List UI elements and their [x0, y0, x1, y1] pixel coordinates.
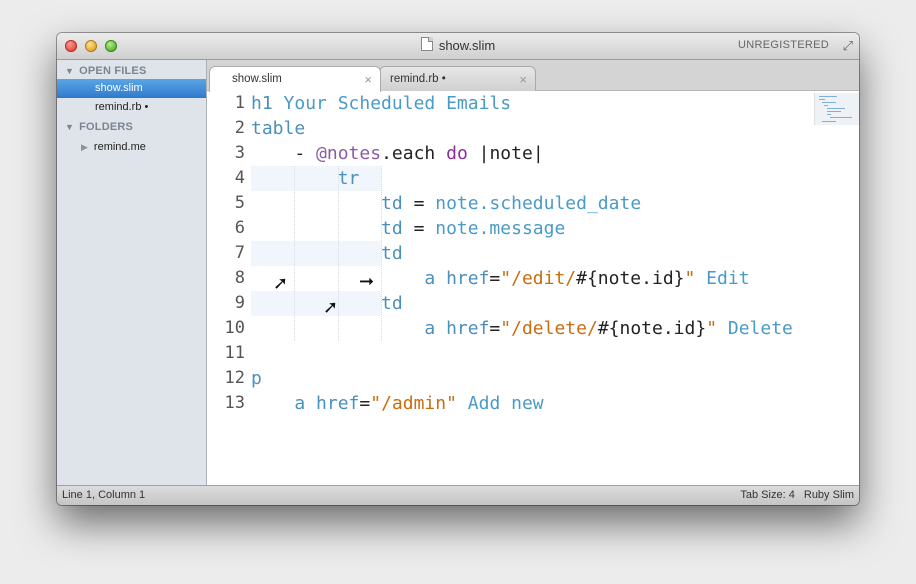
- line-number: 12: [224, 368, 245, 388]
- code-token: "/edit/: [500, 268, 577, 289]
- code-token: Add new: [456, 393, 544, 414]
- line-number: 13: [224, 393, 245, 413]
- line-number: 3: [234, 143, 245, 163]
- status-bar: Line 1, Column 1 Tab Size: 4 Ruby Slim: [57, 485, 859, 505]
- indent-arrow-icon: ➚: [323, 297, 339, 318]
- syntax-selector[interactable]: Ruby Slim: [804, 489, 854, 501]
- line-number: 9: [234, 293, 245, 313]
- code-line[interactable]: - @notes.each do |note|: [251, 141, 544, 166]
- tab-show-slim[interactable]: show.slim ×: [209, 66, 381, 92]
- line-number: 4: [234, 168, 245, 188]
- code-line[interactable]: h1 Your Scheduled Emails: [251, 91, 511, 116]
- line-number: 5: [234, 193, 245, 213]
- title-bar: show.slim UNREGISTERED ⤢: [57, 33, 859, 60]
- code-token: -: [294, 143, 317, 164]
- code-token: |note|: [467, 143, 544, 164]
- code-token: table: [251, 118, 306, 139]
- sidebar: ▼ OPEN FILES show.slim remind.rb • ▼ FOLDE…: [57, 60, 207, 485]
- code-token: =: [402, 218, 436, 239]
- status-right: Tab Size: 4 Ruby Slim: [734, 489, 854, 501]
- code-line[interactable]: td: [251, 241, 403, 266]
- code-token: Delete: [717, 318, 793, 339]
- folders-header[interactable]: ▼ FOLDERS: [65, 121, 133, 133]
- minimap[interactable]: [814, 93, 859, 125]
- code-token: td: [381, 193, 403, 214]
- disclosure-triangle-icon: ▼: [65, 122, 75, 132]
- code-line[interactable]: td = note.scheduled_date: [251, 191, 641, 216]
- code-token: Edit: [695, 268, 750, 289]
- line-number: 7: [234, 243, 245, 263]
- code-token: =: [489, 318, 501, 339]
- fullscreen-arrows-icon[interactable]: ⤢: [843, 38, 853, 54]
- unregistered-badge: UNREGISTERED: [738, 39, 829, 51]
- code-token: do: [446, 143, 468, 164]
- code-token: a href: [424, 318, 490, 339]
- tab-bar: show.slim × remind.rb • ×: [207, 60, 859, 92]
- code-token: =: [402, 193, 436, 214]
- code-token: note.message: [435, 218, 566, 239]
- line-number: 11: [224, 343, 245, 363]
- open-file-remind-rb[interactable]: remind.rb •: [57, 98, 206, 117]
- collapsed-triangle-icon: ▶: [81, 142, 88, 152]
- code-token: tr: [337, 168, 360, 189]
- cursor-position[interactable]: Line 1, Column 1: [62, 489, 145, 501]
- tab-remind-rb[interactable]: remind.rb • ×: [379, 66, 536, 91]
- code-line[interactable]: a href="/delete/#{note.id}" Delete: [251, 316, 793, 341]
- code-token: =: [359, 393, 371, 414]
- code-line[interactable]: table: [251, 116, 305, 141]
- code-token: note.scheduled_date: [435, 193, 642, 214]
- window-title: show.slim: [438, 38, 496, 53]
- code-token: ": [706, 318, 718, 339]
- code-token: @notes: [316, 143, 382, 164]
- line-number-gutter: 1 2 3 4 5 6 7 8 9 10 11 12 13: [207, 91, 245, 485]
- tab-size-selector[interactable]: Tab Size: 4: [740, 489, 794, 501]
- code-token: h1: [251, 93, 273, 114]
- open-file-show-slim[interactable]: show.slim: [57, 79, 206, 98]
- code-line[interactable]: a href="/admin" Add new: [251, 391, 544, 416]
- close-tab-icon[interactable]: ×: [364, 72, 372, 87]
- line-number: 1: [234, 93, 245, 113]
- line-number: 2: [234, 118, 245, 138]
- code-line[interactable]: td = note.message: [251, 216, 565, 241]
- code-token: ": [684, 268, 696, 289]
- code-editor[interactable]: 1 2 3 4 5 6 7 8 9 10 11 12 13 h1 Your Scheduled Emai…: [207, 91, 859, 485]
- code-token: td: [381, 293, 403, 314]
- code-token: #{note.id}: [576, 268, 685, 289]
- code-token: td: [381, 218, 403, 239]
- code-token: #{note.id}: [597, 318, 707, 339]
- line-number: 8: [234, 268, 245, 288]
- folder-remind-me[interactable]: ▶ remind.me: [81, 141, 146, 153]
- code-token: .each: [381, 143, 447, 164]
- code-line[interactable]: a href="/edit/#{note.id}" Edit: [251, 266, 750, 291]
- line-number: 10: [224, 318, 245, 338]
- close-tab-icon[interactable]: ×: [519, 72, 527, 87]
- code-line[interactable]: p: [251, 366, 262, 391]
- line-number: 6: [234, 218, 245, 238]
- code-token: a href: [294, 393, 360, 414]
- code-token: "/delete/: [500, 318, 598, 339]
- code-token: a href: [424, 268, 490, 289]
- code-token: p: [251, 368, 262, 389]
- indent-arrow-icon: ➚: [273, 273, 289, 294]
- code-line[interactable]: tr: [251, 166, 360, 191]
- disclosure-triangle-icon: ▼: [65, 66, 75, 76]
- indent-arrow-icon: ➞: [359, 271, 375, 292]
- code-token: "/admin": [370, 393, 457, 414]
- code-token: Your Scheduled Emails: [272, 93, 512, 114]
- code-token: =: [489, 268, 501, 289]
- code-token: td: [381, 243, 403, 264]
- open-files-header[interactable]: ▼ OPEN FILES: [65, 65, 147, 77]
- document-icon: [420, 37, 433, 51]
- editor-window: show.slim UNREGISTERED ⤢ ▼ OPEN FILES sho…: [57, 33, 859, 505]
